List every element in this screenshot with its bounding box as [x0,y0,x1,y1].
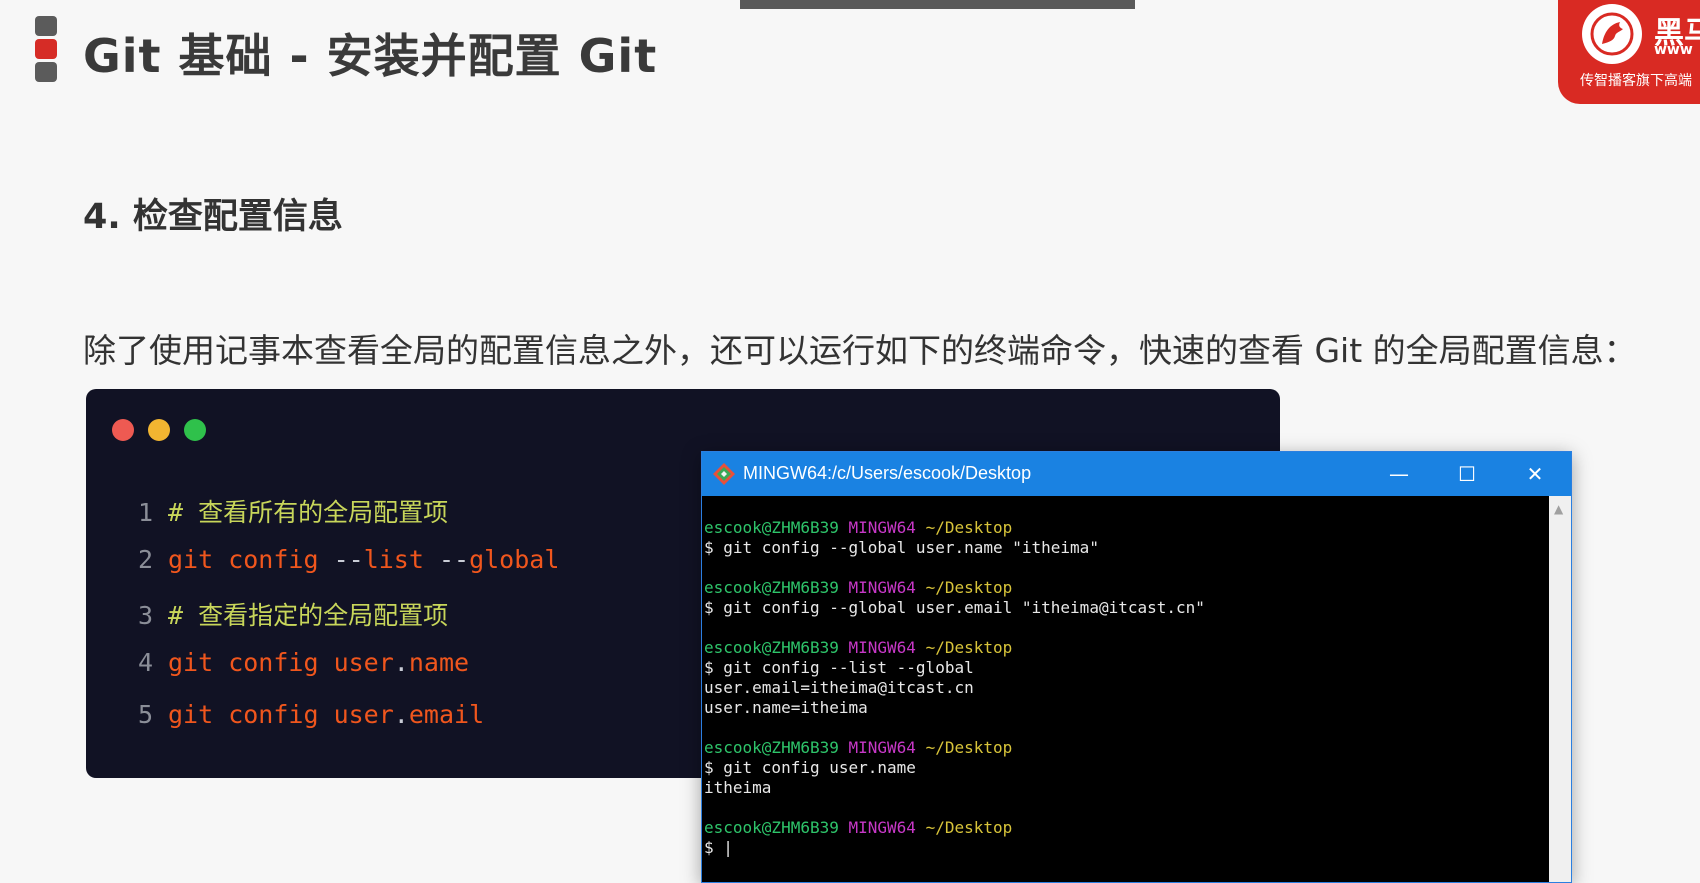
intro-paragraph: 除了使用记事本查看全局的配置信息之外，还可以运行如下的终端命令，快速的查看 Gi… [83,331,1637,370]
terminal-scrollbar[interactable]: ▲ [1549,496,1571,882]
line-number: 5 [138,700,154,729]
terminal-prompt: escook@ZHM6B39 MINGW64 ~/Desktop [704,638,1547,658]
prompt-path: ~/Desktop [925,518,1013,537]
zoom-dot-icon [184,419,206,441]
terminal-command: $ git config --list --global [704,658,974,677]
code-token: email [408,700,485,729]
code-line-3: 3 # 查看指定的全局配置项 [138,596,448,632]
close-button[interactable]: ✕ [1512,458,1558,490]
prompt-host: MINGW64 [848,578,916,597]
code-line-5: 5 git config user.email [138,700,484,729]
code-token: -- [333,545,364,574]
code-line-2: 2 git config --list --global [138,545,559,574]
scroll-up-icon[interactable]: ▲ [1554,502,1563,516]
maximize-button[interactable]: ☐ [1444,458,1490,490]
code-line-1: 1 # 查看所有的全局配置项 [138,493,448,529]
terminal-prompt: escook@ZHM6B39 MINGW64 ~/Desktop [704,818,1547,838]
terminal-command: $ git config --global user.name "itheima… [704,538,1099,557]
prompt-user: escook@ZHM6B39 [704,818,839,837]
page-title: Git 基础 - 安装并配置 Git [83,29,658,83]
window-dots [112,419,206,441]
code-token: . [393,700,409,729]
code-comment: # 查看所有的全局配置项 [168,498,449,527]
code-line-4: 4 git config user.name [138,648,469,677]
terminal-prompt: escook@ZHM6B39 MINGW64 ~/Desktop [704,518,1547,538]
terminal-titlebar[interactable]: MINGW64:/c/Users/escook/Desktop — ☐ ✕ [702,452,1571,496]
prompt-path: ~/Desktop [925,578,1013,597]
prompt-host: MINGW64 [848,518,916,537]
git-bash-icon [713,463,735,485]
code-token: global [469,545,560,574]
code-token: user [333,648,394,677]
terminal-title: MINGW64:/c/Users/escook/Desktop [743,463,1032,483]
prompt-user: escook@ZHM6B39 [704,738,839,757]
code-token: git config [168,545,334,574]
terminal-command: $ git config --global user.email "itheim… [704,598,1205,617]
close-dot-icon [112,419,134,441]
line-number: 4 [138,648,154,677]
prompt-host: MINGW64 [848,638,916,657]
prompt-path: ~/Desktop [925,738,1013,757]
prompt-path: ~/Desktop [925,638,1013,657]
line-number: 3 [138,601,154,630]
brand-logo: 黑马 www 传智播客旗下高端 [1558,0,1700,104]
terminal-output-line: user.name=itheima [704,698,868,717]
terminal-command: $ git config user.name [704,758,916,777]
code-token: git config [168,700,334,729]
code-token: user [333,700,394,729]
code-token: git config [168,648,334,677]
section-heading: 4. 检查配置信息 [83,197,343,237]
line-number: 1 [138,498,154,527]
terminal-prompt: escook@ZHM6B39 MINGW64 ~/Desktop [704,738,1547,758]
minimize-dot-icon [148,419,170,441]
code-token: . [393,648,409,677]
prompt-user: escook@ZHM6B39 [704,638,839,657]
prompt-host: MINGW64 [848,818,916,837]
terminal-output-line: user.email=itheima@itcast.cn [704,678,974,697]
code-comment: # 查看指定的全局配置项 [168,601,449,630]
terminal-prompt: escook@ZHM6B39 MINGW64 ~/Desktop [704,578,1547,598]
code-token: name [408,648,470,677]
terminal-window[interactable]: MINGW64:/c/Users/escook/Desktop — ☐ ✕ ▲ … [701,451,1572,883]
code-token: -- [438,545,470,574]
terminal-output[interactable]: escook@ZHM6B39 MINGW64 ~/Desktop $ git co… [704,518,1547,882]
title-marker [35,16,59,85]
logo-subtitle: 传智播客旗下高端 [1580,73,1692,89]
top-overlay-bar [740,0,1135,9]
prompt-path: ~/Desktop [925,818,1013,837]
code-token: list [363,545,439,574]
prompt-host: MINGW64 [848,738,916,757]
terminal-output-line: itheima [704,778,772,797]
logo-www-text: www [1654,42,1693,58]
prompt-user: escook@ZHM6B39 [704,518,839,537]
prompt-user: escook@ZHM6B39 [704,578,839,597]
horse-logo-icon [1582,4,1642,64]
terminal-command: $ | [704,838,733,857]
minimize-button[interactable]: — [1376,458,1422,490]
line-number: 2 [138,545,154,574]
